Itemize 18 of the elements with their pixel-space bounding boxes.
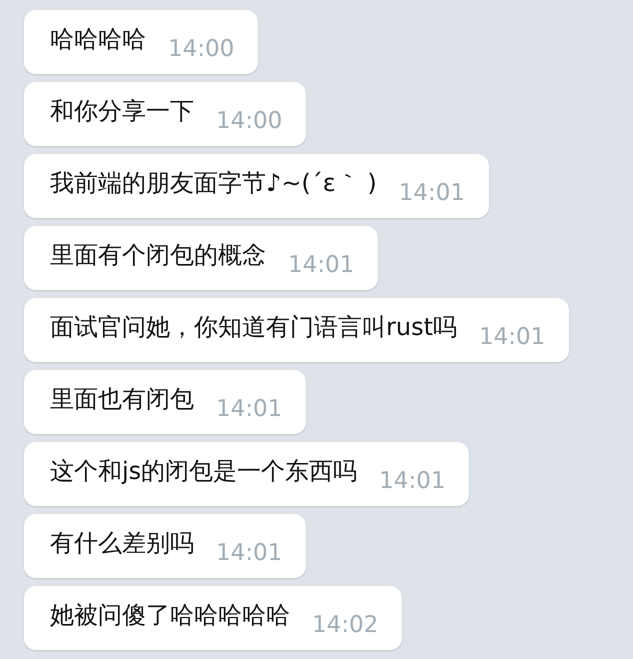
message-text: 有什么差别吗 xyxy=(50,528,194,559)
message-time: 14:01 xyxy=(479,324,546,350)
message-text: 里面有个闭包的概念 xyxy=(50,240,266,271)
message-time: 14:01 xyxy=(379,468,446,494)
message-time: 14:01 xyxy=(216,396,282,422)
message-time: 14:01 xyxy=(398,180,466,206)
message-text: 我前端的朋友面字节♪~(´ε｀ ) xyxy=(50,168,377,199)
message-time: 14:00 xyxy=(168,36,234,62)
message-time: 14:02 xyxy=(312,612,378,638)
message-text: 里面也有闭包 xyxy=(50,384,194,415)
message-text: 她被问傻了哈哈哈哈哈 xyxy=(50,600,290,631)
message-text: 哈哈哈哈 xyxy=(50,24,146,55)
message-text: 这个和js的闭包是一个东西吗 xyxy=(50,456,358,487)
message-time: 14:00 xyxy=(216,108,282,134)
message-time: 14:01 xyxy=(288,252,354,278)
message-time: 14:01 xyxy=(216,540,282,566)
message-text: 和你分享一下 xyxy=(50,96,194,127)
message-text: 面试官问她，你知道有门语言叫rust吗 xyxy=(50,312,457,343)
